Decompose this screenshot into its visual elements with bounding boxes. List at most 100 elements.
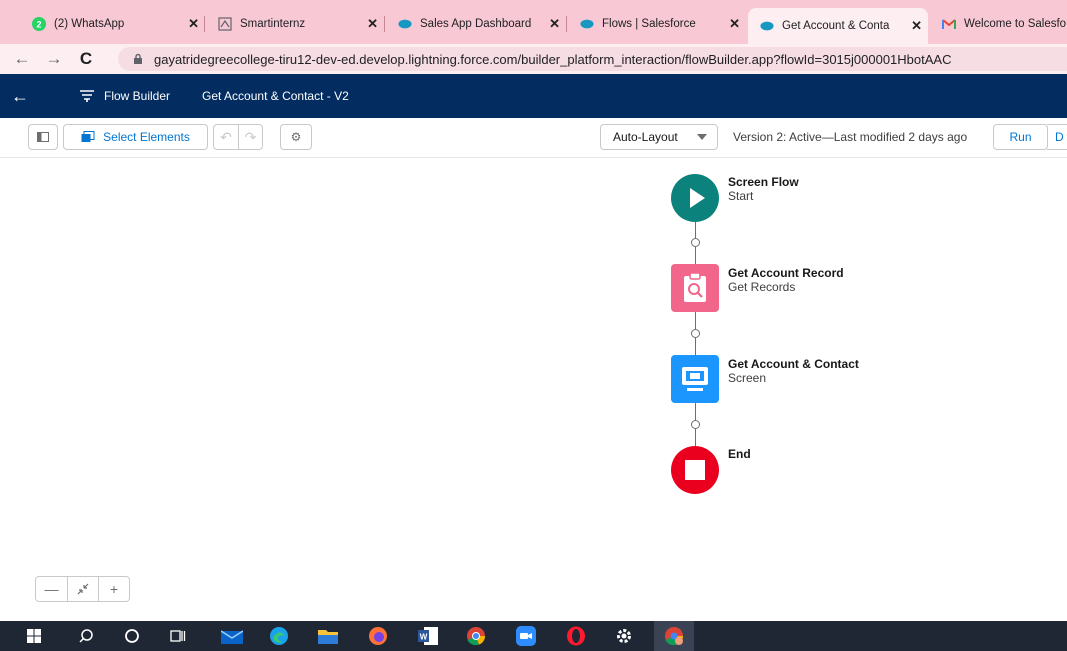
mail-icon[interactable] [212, 621, 252, 651]
reload-icon[interactable]: C [74, 47, 98, 71]
zoom-out-button[interactable]: — [36, 577, 67, 601]
whatsapp-icon: 2 [32, 17, 46, 31]
windows-start-icon[interactable] [14, 621, 54, 651]
undo-redo-group: ↶ ↷ [213, 124, 263, 150]
word-icon[interactable]: W [408, 621, 448, 651]
flow-canvas[interactable]: Screen Flow Start Get Account Record Get… [0, 158, 1067, 621]
tab-title: Flows | Salesforce [602, 18, 696, 30]
tab-get-account-contact[interactable]: Get Account & Conta ✕ [748, 8, 928, 44]
undo-icon[interactable]: ↶ [214, 125, 238, 149]
close-tab-icon[interactable]: ✕ [549, 16, 560, 32]
flow-node-start[interactable] [671, 174, 719, 222]
debug-button[interactable]: D [1047, 124, 1067, 150]
flow-node-get-account-contact[interactable] [671, 355, 719, 403]
flow-node-get-account-record[interactable] [671, 264, 719, 312]
screen-icon [671, 355, 719, 403]
firefox-icon[interactable] [358, 621, 398, 651]
close-tab-icon[interactable]: ✕ [911, 18, 922, 34]
connector-line [695, 312, 696, 329]
connector-line [695, 247, 696, 264]
tab-whatsapp[interactable]: 2 (2) WhatsApp ✕ [20, 10, 205, 38]
fit-view-button[interactable] [67, 577, 98, 601]
browser-tab-strip: 2 (2) WhatsApp ✕ Smartinternz ✕ Sales Ap… [0, 0, 1067, 44]
address-bar-row: ← → C gayatridegreecollege-tiru12-dev-ed… [0, 44, 1067, 74]
chevron-down-icon [697, 134, 707, 140]
tab-smartinternz[interactable]: Smartinternz ✕ [206, 10, 384, 38]
salesforce-cloud-icon [580, 17, 594, 31]
node-title: Get Account & Contact [728, 357, 859, 371]
layout-mode-select[interactable]: Auto-Layout [600, 124, 718, 150]
debug-label: D [1055, 130, 1064, 144]
zoom-icon[interactable] [506, 621, 546, 651]
chrome-profile-icon[interactable] [654, 621, 694, 651]
tab-separator [384, 16, 385, 32]
file-explorer-icon[interactable] [308, 621, 348, 651]
node-title: Get Account Record [728, 266, 844, 280]
smartinternz-icon [218, 17, 232, 31]
tab-title: Welcome to Salesfo [964, 18, 1067, 30]
forward-arrow-icon[interactable]: → [42, 47, 66, 71]
node-subtitle: Screen [728, 371, 767, 385]
salesforce-cloud-icon [398, 17, 412, 31]
edge-icon[interactable] [259, 621, 299, 651]
tab-title: Smartinternz [240, 18, 306, 30]
svg-text:2: 2 [36, 20, 41, 30]
close-tab-icon[interactable]: ✕ [367, 16, 378, 32]
windows-taskbar: W [0, 621, 1067, 651]
cortana-icon[interactable] [112, 621, 152, 651]
back-arrow-icon[interactable]: ← [0, 74, 40, 118]
run-label: Run [1009, 130, 1032, 144]
select-elements-button[interactable]: Select Elements [63, 124, 208, 150]
connector-line [695, 222, 696, 238]
settings-icon[interactable] [604, 621, 644, 651]
get-records-icon [671, 264, 719, 312]
stop-icon [671, 446, 719, 494]
tab-separator [566, 16, 567, 32]
app-name: Flow Builder [104, 89, 171, 103]
layout-mode-value: Auto-Layout [613, 130, 678, 144]
tab-flows-salesforce[interactable]: Flows | Salesforce ✕ [568, 10, 746, 38]
tab-sales-app-dashboard[interactable]: Sales App Dashboard ✕ [386, 10, 566, 38]
panel-icon [37, 132, 49, 142]
flow-node-label: Screen Flow Start [728, 175, 799, 203]
flow-title: Get Account & Contact - V2 [202, 89, 349, 103]
url-field[interactable]: gayatridegreecollege-tiru12-dev-ed.devel… [118, 47, 1067, 71]
connector-line [695, 403, 696, 420]
lock-icon [134, 53, 142, 64]
tab-separator [204, 16, 205, 32]
select-icon [81, 131, 95, 142]
redo-icon[interactable]: ↷ [238, 125, 262, 149]
node-title: End [728, 447, 751, 461]
tab-welcome-salesforce[interactable]: Welcome to Salesfo [930, 10, 1067, 38]
flow-builder-header: ← Flow Builder Get Account & Contact - V… [0, 74, 1067, 118]
back-arrow-icon[interactable]: ← [10, 47, 34, 71]
flow-node-end[interactable] [671, 446, 719, 494]
node-subtitle: Get Records [728, 280, 796, 294]
flow-builder-logo-icon [72, 89, 102, 103]
run-button[interactable]: Run [993, 124, 1048, 150]
toggle-panel-button[interactable] [28, 124, 58, 150]
version-status: Version 2: Active—Last modified 2 days a… [733, 130, 968, 144]
builder-toolbar: Select Elements ↶ ↷ ⚙ Auto-Layout Versio… [0, 118, 1067, 158]
task-view-icon[interactable] [158, 621, 198, 651]
close-tab-icon[interactable]: ✕ [188, 16, 199, 32]
settings-button[interactable]: ⚙ [280, 124, 312, 150]
opera-icon[interactable] [556, 621, 596, 651]
flow-node-label: End [728, 447, 751, 461]
play-icon [671, 174, 719, 222]
chrome-icon[interactable] [456, 621, 496, 651]
add-element-dot[interactable] [691, 238, 700, 247]
add-element-dot[interactable] [691, 420, 700, 429]
flow-node-label: Get Account & Contact Screen [728, 357, 859, 385]
gear-icon: ⚙ [290, 130, 302, 144]
close-tab-icon[interactable]: ✕ [729, 16, 740, 32]
search-icon[interactable] [66, 621, 106, 651]
add-element-dot[interactable] [691, 329, 700, 338]
fit-view-icon [77, 583, 89, 595]
svg-text:W: W [420, 633, 428, 642]
tab-title: (2) WhatsApp [54, 18, 125, 30]
tab-title: Sales App Dashboard [420, 18, 532, 30]
zoom-controls: — + [35, 576, 130, 602]
connector-line [695, 429, 696, 446]
zoom-in-button[interactable]: + [98, 577, 129, 601]
